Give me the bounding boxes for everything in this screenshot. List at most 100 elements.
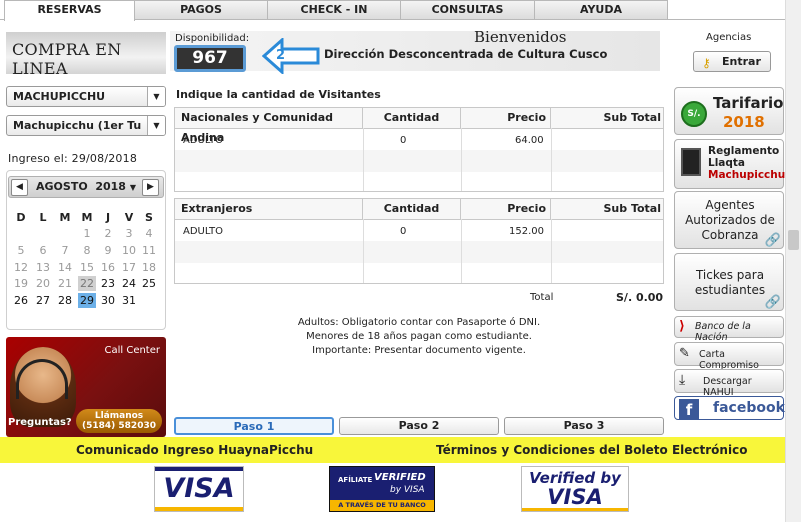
calendar-day[interactable]: 23 — [99, 276, 117, 291]
paso-1-button[interactable]: Paso 1 — [174, 417, 334, 435]
facebook-icon: f — [679, 399, 699, 419]
calendar-day: 1 — [83, 227, 91, 240]
ingreso-date: Ingreso el: 29/08/2018 — [8, 152, 138, 165]
calendar-day[interactable]: 22 — [78, 276, 96, 291]
visa-text: VISA — [163, 473, 235, 504]
link-icon: 🔗 — [764, 233, 781, 248]
banco-nacion-button[interactable]: ⟩ Banco de la Nación — [674, 316, 784, 343]
year-label: 2018 — [95, 180, 126, 193]
table-header: Precio — [461, 199, 551, 219]
facebook-button[interactable]: f facebook. — [674, 396, 790, 420]
calendar-day[interactable]: 24 — [120, 276, 138, 291]
call-center-banner[interactable]: Call Center Preguntas? Llámanos (5184) 5… — [6, 337, 166, 437]
disponibilidad-label: Disponibilidad: — [175, 33, 250, 44]
row-type: ADULTO — [183, 226, 224, 237]
agentes-line: Agentes — [705, 198, 755, 212]
row-cantidad[interactable]: 0 — [400, 226, 406, 237]
visa2-text: VISA — [547, 485, 603, 509]
calendar-header: ◀ AGOSTO 2018 ▼ ▶ — [8, 176, 164, 198]
weekday-label: D — [16, 211, 26, 224]
weekday-label: V — [124, 211, 134, 224]
calendar-day[interactable]: 29 — [78, 293, 96, 308]
descargar-nahui-button[interactable]: ⤓ Descargar NAHUI — [674, 369, 784, 398]
weekday-label: M — [81, 211, 93, 224]
route-select-value: Machupicchu (1er Tu — [13, 119, 142, 132]
calendar-day: 17 — [122, 261, 136, 274]
weekday-label: M — [59, 211, 71, 224]
weekday-label: S — [145, 211, 153, 224]
calendar-day[interactable]: 30 — [99, 293, 117, 308]
visa-logo: VISA — [154, 466, 244, 512]
reglamento-line-red: Machupicchu — [708, 169, 786, 181]
table-header: Sub Total — [551, 108, 663, 128]
carta-label: Carta Compromiso — [699, 349, 759, 371]
calendar-day: 9 — [104, 244, 112, 257]
calendar-day: 7 — [61, 244, 69, 257]
month-year-select[interactable]: AGOSTO 2018 ▼ — [36, 178, 136, 197]
calendar-day: 15 — [80, 261, 94, 274]
table-header: Cantidad — [363, 108, 461, 128]
reglamento-button[interactable]: Reglamento Llaqta Machupicchu — [674, 139, 785, 189]
agencias-label: Agencias — [706, 32, 752, 43]
table-header: Cantidad — [363, 199, 461, 219]
document-icon — [681, 148, 701, 176]
tarifario-button[interactable]: S/. Tarifario 2018 — [674, 87, 784, 135]
tab-reservas[interactable]: RESERVAS — [4, 0, 135, 21]
tickes-text: Tickes para estudiantes — [675, 268, 785, 298]
banco-logo-icon: ⟩ — [679, 319, 685, 334]
tickes-line: Tickes para — [695, 268, 765, 282]
verified-by-visa-afiliate-logo: AFÍLIATE VERIFIED by VISA A TRAVÉS DE TU… — [329, 466, 435, 512]
paso-2-button[interactable]: Paso 2 — [339, 417, 499, 435]
calendar-day: 16 — [101, 261, 115, 274]
terminos-link[interactable]: Términos y Condiciones del Boleto Electr… — [436, 443, 747, 457]
llamanos-label: Llámanos — [94, 411, 144, 421]
row-precio: 64.00 — [515, 135, 544, 146]
weekday-label: L — [39, 211, 47, 224]
tab-ayuda[interactable]: AYUDA — [534, 0, 668, 20]
afiliate-text: AFÍLIATE — [338, 476, 373, 484]
comunicado-link[interactable]: Comunicado Ingreso HuaynaPicchu — [76, 443, 313, 457]
tab-check-in[interactable]: CHECK - IN — [267, 0, 401, 20]
calendar-day[interactable]: 25 — [140, 276, 158, 291]
destination-select[interactable]: MACHUPICCHU ▼ — [6, 86, 166, 107]
nacionales-table: Nacionales y Comunidad Andina Cantidad P… — [174, 107, 664, 192]
download-icon: ⤓ — [679, 372, 686, 388]
table-header: Precio — [461, 108, 551, 128]
reglamento-text: Reglamento Llaqta Machupicchu — [708, 145, 785, 181]
calendar-day[interactable]: 28 — [56, 293, 74, 308]
calendar-day: 12 — [14, 261, 28, 274]
calendar-day[interactable]: 31 — [120, 293, 138, 308]
disponibilidad-value: 967 — [174, 45, 246, 72]
next-month-button[interactable]: ▶ — [142, 179, 159, 196]
route-select[interactable]: Machupicchu (1er Tu ▼ — [6, 115, 166, 136]
banco-label: Banco de la Nación — [695, 321, 751, 343]
preguntas-label: Preguntas? — [8, 417, 72, 428]
tarifario-year: 2018 — [723, 113, 765, 131]
notes: Adultos: Obligatorio contar con Pasaport… — [174, 316, 664, 358]
reglamento-line: Llaqta — [708, 157, 745, 169]
table-header: Sub Total — [551, 199, 663, 219]
paso-3-button[interactable]: Paso 3 — [504, 417, 664, 435]
compra-en-linea-banner: COMPRA EN LINEA — [6, 32, 166, 78]
carta-compromiso-button[interactable]: ✎ Carta Compromiso — [674, 342, 784, 371]
calendar-day[interactable]: 26 — [12, 293, 30, 308]
entrar-button[interactable]: ⚷ Entrar — [693, 51, 771, 72]
phone-number: (5184) 582030 — [82, 421, 156, 431]
verified-text: VERIFIED — [374, 472, 426, 483]
chevron-down-icon: ▼ — [147, 116, 165, 135]
tickes-button[interactable]: Tickes para estudiantes 🔗 — [674, 253, 784, 311]
tab-consultas[interactable]: CONSULTAS — [400, 0, 535, 20]
tarifario-label: Tarifario — [713, 94, 784, 112]
scrollbar-thumb[interactable] — [788, 230, 799, 250]
row-cantidad[interactable]: 0 — [400, 135, 406, 146]
tab-pagos[interactable]: PAGOS — [134, 0, 268, 20]
destination-select-value: MACHUPICCHU — [13, 90, 106, 103]
calendar-day[interactable]: 27 — [34, 293, 52, 308]
agentes-button[interactable]: Agentes Autorizados de Cobranza 🔗 — [674, 191, 784, 249]
vertical-scrollbar[interactable] — [785, 0, 801, 522]
indique-label: Indique la cantidad de Visitantes — [176, 88, 381, 101]
soles-icon: S/. — [681, 101, 707, 127]
reglamento-line: Reglamento — [708, 145, 780, 157]
prev-month-button[interactable]: ◀ — [11, 179, 28, 196]
call-center-label: Call Center — [104, 345, 160, 356]
